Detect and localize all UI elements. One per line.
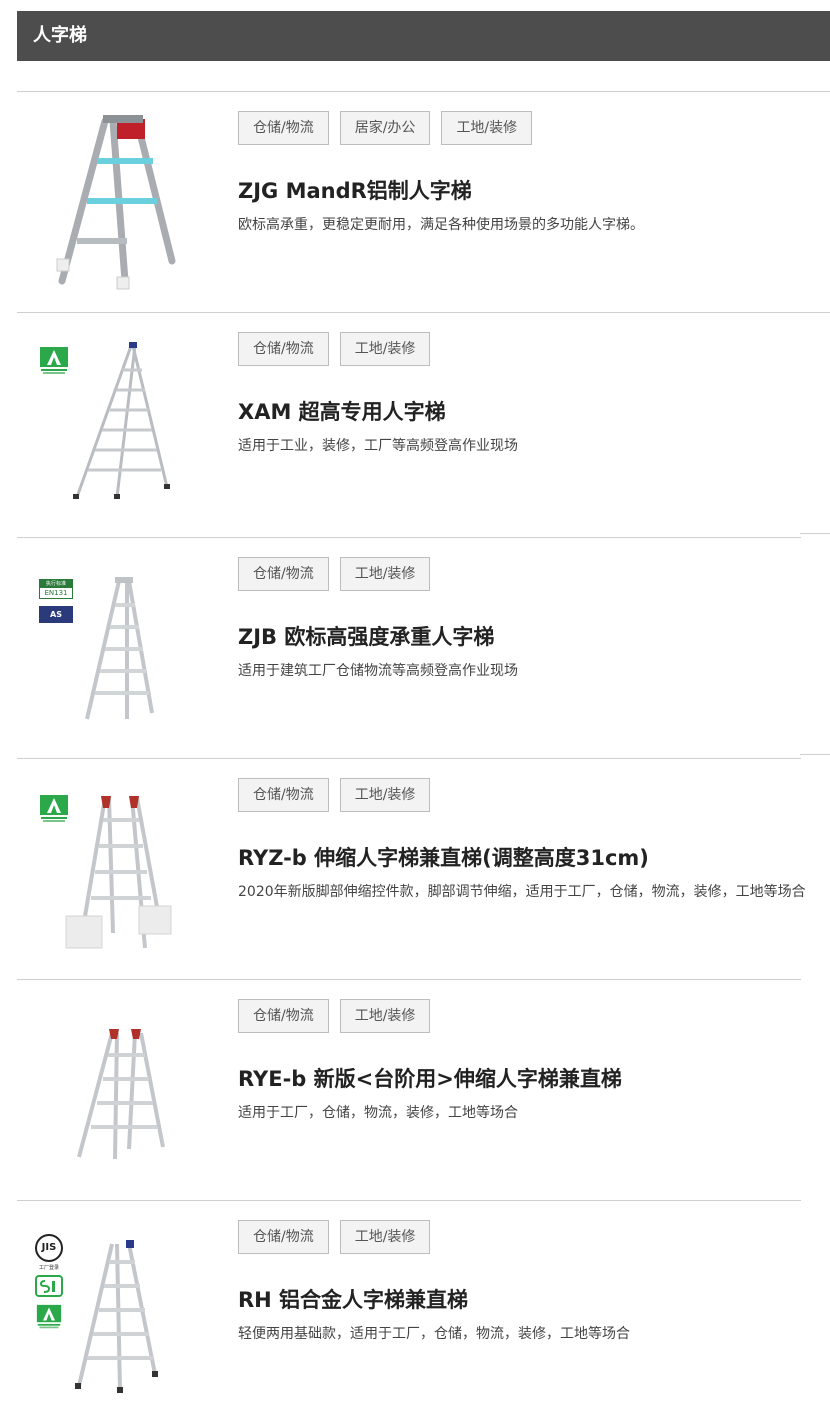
tag-construction[interactable]: 工地/装修	[339, 557, 431, 591]
ladder-illustration	[56, 115, 176, 290]
tag-warehouse[interactable]: 仓储/物流	[238, 1220, 329, 1254]
product-description: 适用于工厂，仓储，物流，装修，工地等场合	[238, 1105, 518, 1121]
side-divider	[800, 754, 830, 755]
ladder-illustration	[65, 796, 172, 949]
product-title[interactable]: RH 铝合金人字梯兼直梯	[238, 1284, 468, 1314]
tag-home-office[interactable]: 居家/办公	[339, 111, 431, 145]
tag-warehouse[interactable]: 仓储/物流	[238, 111, 329, 145]
tag-warehouse[interactable]: 仓储/物流	[238, 557, 329, 591]
tag-list: 仓储/物流 工地/装修	[238, 332, 431, 366]
ladder-illustration	[85, 577, 154, 720]
tag-list: 仓储/物流 工地/装修	[238, 999, 431, 1033]
product-description: 适用于工业，装修，工厂等高频登高作业现场	[238, 438, 518, 454]
tag-construction[interactable]: 工地/装修	[339, 332, 431, 366]
product-image[interactable]	[17, 979, 227, 1200]
product-title[interactable]: XAM 超高专用人字梯	[238, 396, 446, 426]
tag-construction[interactable]: 工地/装修	[339, 1220, 431, 1254]
product-image[interactable]	[17, 312, 227, 533]
tag-construction[interactable]: 工地/装修	[339, 999, 431, 1033]
product-image[interactable]	[17, 91, 227, 312]
product-title[interactable]: ZJG MandR铝制人字梯	[238, 175, 472, 205]
ladder-illustration	[77, 1029, 165, 1160]
ladder-illustration	[73, 342, 170, 499]
product-item[interactable]: 仓储/物流 工地/装修 RYZ-b 伸缩人字梯兼直梯(调整高度31cm) 202…	[17, 754, 830, 979]
tag-warehouse[interactable]: 仓储/物流	[238, 778, 329, 812]
product-title[interactable]: RYE-b 新版<台阶用>伸缩人字梯兼直梯	[238, 1063, 622, 1093]
tag-warehouse[interactable]: 仓储/物流	[238, 999, 329, 1033]
tag-warehouse[interactable]: 仓储/物流	[238, 332, 329, 366]
product-image[interactable]	[17, 1200, 227, 1410]
product-item[interactable]: 执行标准 EN131 AS 仓储/物流 工地/装修 ZJB 欧标高强度承重人字梯	[17, 533, 830, 758]
product-title[interactable]: ZJB 欧标高强度承重人字梯	[238, 621, 494, 651]
section-title: 人字梯	[33, 25, 87, 46]
product-title[interactable]: RYZ-b 伸缩人字梯兼直梯(调整高度31cm)	[238, 842, 649, 872]
product-item[interactable]: 仓储/物流 工地/装修 RYE-b 新版<台阶用>伸缩人字梯兼直梯 适用于工厂，…	[17, 979, 830, 1200]
section-header: 人字梯	[17, 11, 830, 61]
product-description: 轻便两用基础款，适用于工厂，仓储，物流，装修，工地等场合	[238, 1326, 630, 1342]
product-image[interactable]	[17, 537, 227, 758]
tag-construction[interactable]: 工地/装修	[441, 111, 533, 145]
product-item[interactable]: JIS 工厂登录 仓储/物流 工地/装修 RH 铝合金人字梯兼直梯 轻便两用基础…	[17, 1200, 830, 1410]
product-item[interactable]: 仓储/物流 工地/装修 XAM 超高专用人字梯 适用于工业，装修，工厂等高频登高…	[17, 312, 830, 533]
product-image[interactable]	[17, 758, 227, 979]
product-item[interactable]: 仓储/物流 居家/办公 工地/装修 ZJG MandR铝制人字梯 欧标高承重，更…	[17, 91, 830, 312]
product-description: 2020年新版脚部伸缩控件款，脚部调节伸缩，适用于工厂，仓储，物流，装修，工地等…	[238, 884, 806, 900]
tag-list: 仓储/物流 工地/装修	[238, 778, 431, 812]
ladder-illustration	[75, 1240, 158, 1393]
tag-list: 仓储/物流 居家/办公 工地/装修	[238, 111, 533, 145]
tag-list: 仓储/物流 工地/装修	[238, 557, 431, 591]
product-description: 欧标高承重，更稳定更耐用，满足各种使用场景的多功能人字梯。	[238, 217, 644, 233]
tag-construction[interactable]: 工地/装修	[339, 778, 431, 812]
tag-list: 仓储/物流 工地/装修	[238, 1220, 431, 1254]
side-divider	[800, 533, 830, 534]
product-description: 适用于建筑工厂仓储物流等高频登高作业现场	[238, 663, 518, 679]
